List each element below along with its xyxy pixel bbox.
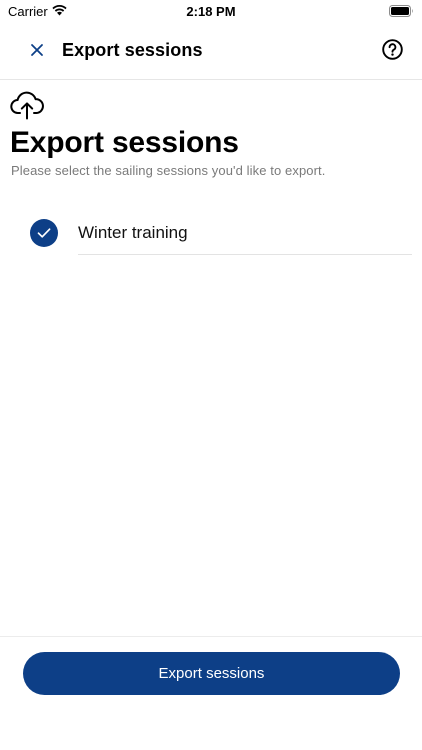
session-row-winter-training[interactable]: Winter training xyxy=(0,205,422,255)
status-time: 2:18 PM xyxy=(186,4,236,19)
selected-checkbox[interactable] xyxy=(30,219,58,247)
nav-bar: Export sessions xyxy=(0,22,422,80)
checkmark-icon xyxy=(37,228,51,238)
page-subtitle: Please select the sailing sessions you'd… xyxy=(11,163,326,178)
session-label: Winter training xyxy=(78,223,188,242)
battery-icon xyxy=(389,5,413,17)
page-title: Export sessions xyxy=(10,126,239,159)
footer-divider xyxy=(0,636,422,637)
export-sessions-button[interactable]: Export sessions xyxy=(23,652,400,695)
help-icon[interactable] xyxy=(382,39,403,60)
close-icon[interactable] xyxy=(29,42,45,58)
status-bar: Carrier 2:18 PM xyxy=(0,0,422,22)
nav-title: Export sessions xyxy=(62,40,203,60)
row-divider xyxy=(78,254,412,255)
export-sessions-screen: Carrier 2:18 PM Export sessions Export s… xyxy=(0,0,422,750)
cloud-upload-icon xyxy=(10,91,44,120)
